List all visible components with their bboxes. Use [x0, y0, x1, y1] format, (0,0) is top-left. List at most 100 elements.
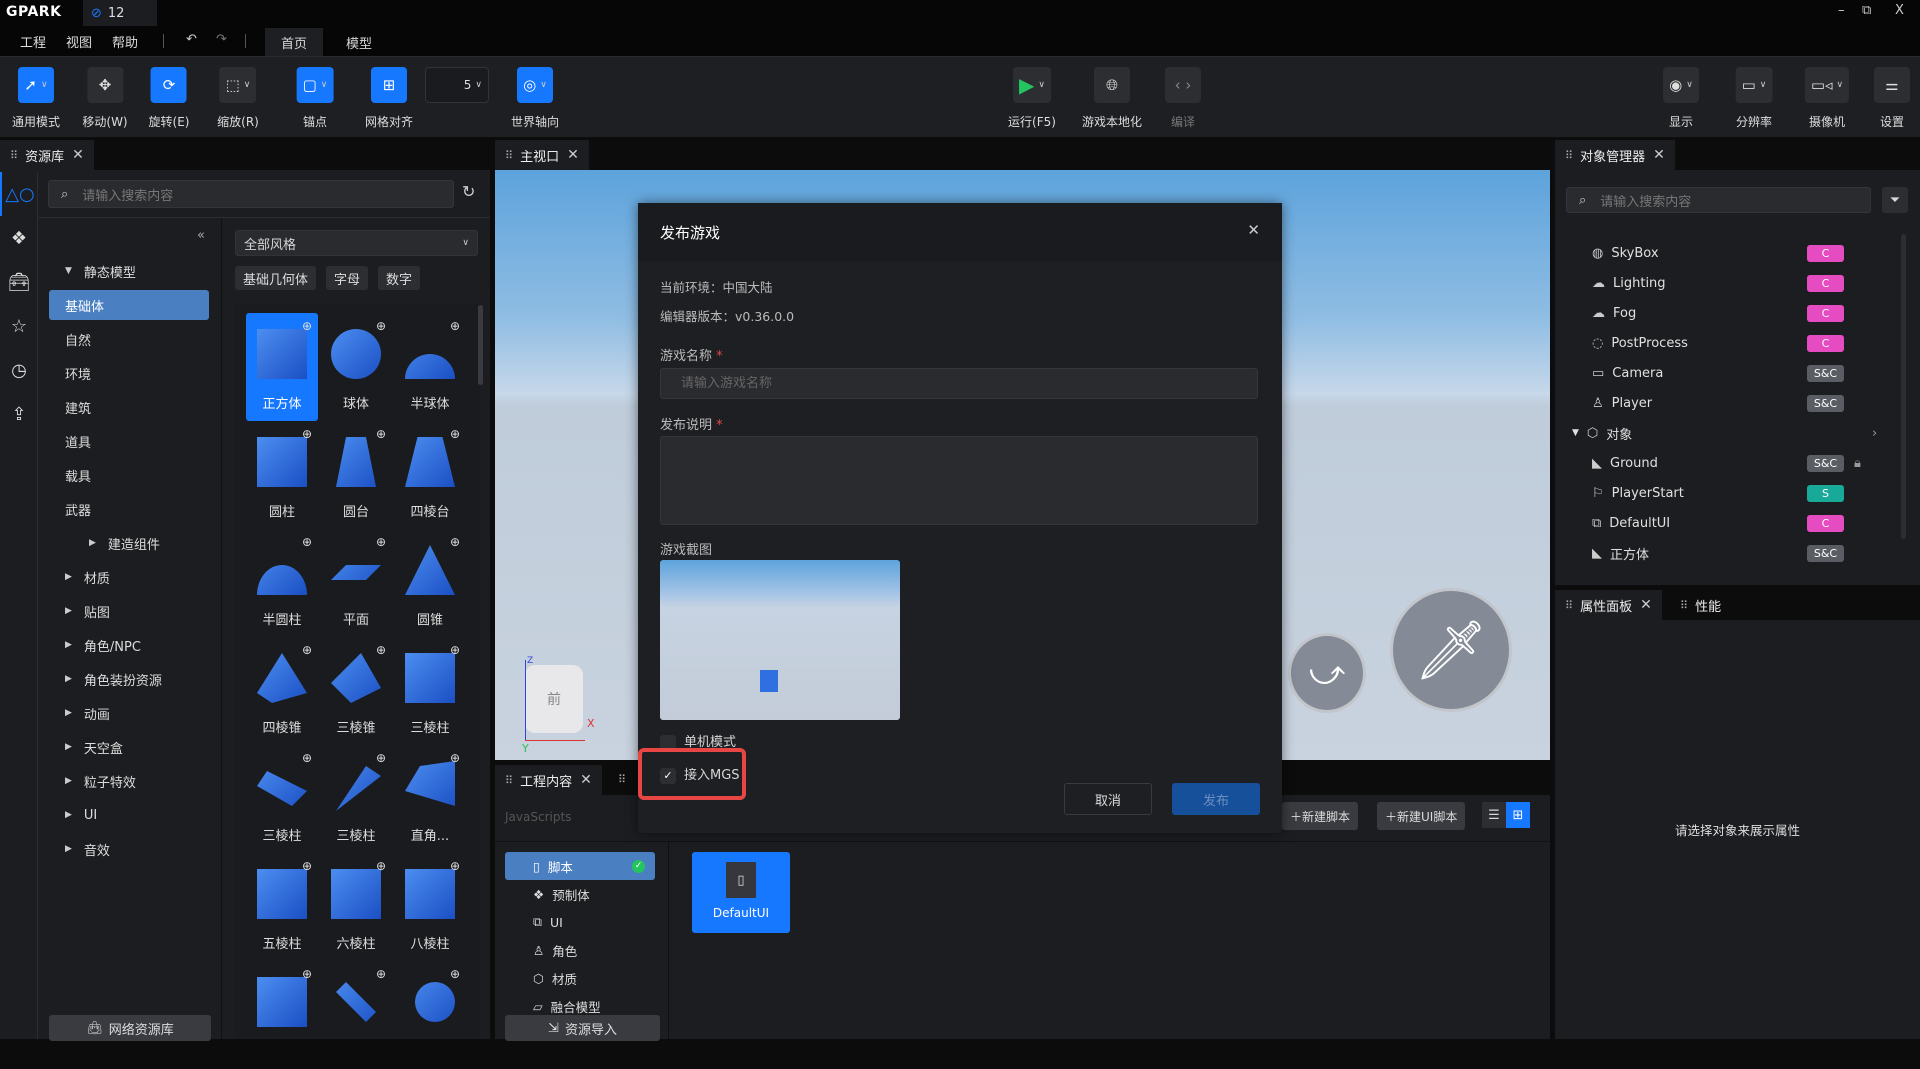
zoom-in-icon[interactable]: ⊕	[302, 535, 312, 549]
description-textarea[interactable]	[660, 436, 1258, 525]
asset-card[interactable]: ⊕ 三棱柱	[394, 637, 466, 745]
game-name-input[interactable]: 请输入游戏名称	[660, 368, 1258, 399]
zoom-in-icon[interactable]: ⊕	[450, 751, 460, 765]
camera-button[interactable]: ▭◃ ∨ 摄像机	[1804, 67, 1850, 130]
asset-card[interactable]: ⊕ 直角...	[394, 745, 466, 853]
zoom-in-icon[interactable]: ⊕	[376, 319, 386, 333]
asset-card[interactable]: ⊕	[394, 961, 466, 1069]
asset-tree-item[interactable]: 基础体	[49, 290, 209, 320]
tab-project-content[interactable]: ⠿ 工程内容 ✕	[495, 765, 602, 795]
filter-icon[interactable]: ⏷	[1882, 187, 1908, 213]
zoom-in-icon[interactable]: ⊕	[376, 859, 386, 873]
grip-icon[interactable]: ⠿	[618, 773, 626, 786]
zoom-in-icon[interactable]: ⊕	[376, 427, 386, 441]
cloud-upload-icon[interactable]: ⇪	[0, 392, 38, 436]
new-script-button[interactable]: ＋新建脚本	[1282, 802, 1359, 830]
collapse-icon[interactable]: «	[197, 228, 205, 243]
display-button[interactable]: ◉ ∨ 显示	[1663, 67, 1699, 130]
object-item[interactable]: ▭ Camera S&C	[1592, 358, 1882, 388]
general-mode-tool[interactable]: ➚ ∨ 通用模式	[12, 67, 60, 130]
settings-button[interactable]: ⚌ 设置	[1874, 67, 1910, 130]
list-view-icon[interactable]: ☰	[1482, 802, 1506, 828]
asset-tree-item[interactable]: ▶ 音效	[49, 834, 209, 864]
asset-card[interactable]: ⊕ 半球体	[394, 313, 466, 421]
zoom-in-icon[interactable]: ⊕	[450, 643, 460, 657]
close-icon[interactable]: ✕	[580, 772, 592, 788]
zoom-in-icon[interactable]: ⊕	[376, 643, 386, 657]
asset-card[interactable]: ⊕ 三棱柱	[246, 745, 318, 853]
new-ui-script-button[interactable]: ＋新建UI脚本	[1377, 802, 1466, 830]
refresh-icon[interactable]: ↻	[462, 182, 475, 201]
asset-tree-item[interactable]: ▶ UI	[49, 800, 209, 830]
file-card[interactable]: ▯ DefaultUI	[692, 852, 790, 933]
asset-card[interactable]: ⊕ 球体	[320, 313, 392, 421]
tab-home[interactable]: 首页	[265, 28, 324, 56]
tab-properties[interactable]: ⠿ 属性面板 ✕	[1555, 590, 1662, 620]
asset-card[interactable]: ⊕ 平面	[320, 529, 392, 637]
grid-view-icon[interactable]: ⊞	[1506, 802, 1530, 828]
lock-icon[interactable]: 🔒︎	[1854, 456, 1861, 471]
asset-import-button[interactable]: ⇲ 资源导入	[505, 1015, 660, 1041]
minimize-button[interactable]: –	[1838, 3, 1845, 18]
scale-tool[interactable]: ⬚ ∨ 缩放(R)	[217, 67, 259, 130]
menu-help[interactable]: 帮助	[112, 32, 138, 51]
run-button[interactable]: ▶ ∨ 运行(F5)	[1008, 67, 1056, 130]
tab-object-manager[interactable]: ⠿ 对象管理器 ✕	[1555, 140, 1675, 170]
asset-card[interactable]: ⊕ 八棱柱	[394, 853, 466, 961]
asset-tree-item[interactable]: ▶ 粒子特效	[49, 766, 209, 796]
asset-search-input[interactable]: ⌕ 请输入搜索内容	[48, 180, 454, 208]
undo-icon[interactable]: ↶	[186, 32, 197, 47]
tab-performance[interactable]: ⠿ 性能	[1670, 590, 1732, 620]
asset-tree-item[interactable]: ▶ 动画	[49, 698, 209, 728]
asset-tree-item[interactable]: ▶ 天空盒	[49, 732, 209, 762]
clock-icon[interactable]: ◷	[0, 348, 38, 392]
object-item[interactable]: ♙ Player S&C	[1592, 388, 1882, 418]
object-item[interactable]: ▼ ⬡ 对象 ›	[1572, 418, 1877, 448]
zoom-in-icon[interactable]: ⊕	[302, 967, 312, 981]
object-item[interactable]: ☁︎ Lighting C	[1592, 268, 1882, 298]
asset-tree-item[interactable]: 建筑	[49, 392, 209, 422]
style-select[interactable]: 全部风格 ∨	[235, 230, 478, 256]
object-item[interactable]: ⧉ DefaultUI C	[1592, 508, 1882, 538]
attack-button[interactable]: 🗡︎	[1390, 588, 1512, 712]
prefab-icon[interactable]: ❖	[0, 216, 38, 260]
project-tree-item[interactable]: ▯ 脚本 ✓	[505, 852, 655, 880]
scrollbar[interactable]	[1901, 234, 1906, 539]
close-icon[interactable]: ✕	[1640, 597, 1652, 613]
asset-tree-item[interactable]: ▼ 静态模型	[49, 256, 209, 286]
object-item[interactable]: ◍ SkyBox C	[1592, 238, 1882, 268]
zoom-in-icon[interactable]: ⊕	[302, 859, 312, 873]
publish-button[interactable]: 发布	[1172, 783, 1260, 815]
rotate-tool[interactable]: ⟳ 旋转(E)	[149, 67, 189, 130]
asset-tree-item[interactable]: 武器	[49, 494, 209, 524]
object-item[interactable]: ☁︎ Fog C	[1592, 298, 1882, 328]
zoom-in-icon[interactable]: ⊕	[376, 751, 386, 765]
tab-model[interactable]: 模型	[330, 28, 388, 56]
asset-card[interactable]: ⊕ 圆柱	[246, 421, 318, 529]
menu-project[interactable]: 工程	[20, 32, 46, 51]
anchor-tool[interactable]: ▢ ∨ 锚点	[296, 67, 334, 130]
asset-card[interactable]: ⊕ 四棱锥	[246, 637, 318, 745]
filter-letters[interactable]: 字母	[326, 266, 369, 290]
object-item[interactable]: ◣ 正方体 S&C	[1592, 538, 1882, 568]
asset-card[interactable]: ⊕ 正方体	[246, 313, 318, 421]
chevron-right-icon[interactable]: ›	[1872, 426, 1877, 441]
close-icon[interactable]: ✕	[72, 147, 84, 163]
zoom-in-icon[interactable]: ⊕	[302, 427, 312, 441]
asset-card[interactable]: ⊕ 四棱台	[394, 421, 466, 529]
zoom-in-icon[interactable]: ⊕	[450, 427, 460, 441]
asset-card[interactable]: ⊕	[320, 961, 392, 1069]
zoom-in-icon[interactable]: ⊕	[450, 967, 460, 981]
asset-tree-item[interactable]: ▶ 建造组件	[49, 528, 209, 558]
object-item[interactable]: ◌ PostProcess C	[1592, 328, 1882, 358]
zoom-in-icon[interactable]: ⊕	[450, 319, 460, 333]
asset-card[interactable]: ⊕ 圆锥	[394, 529, 466, 637]
resolution-button[interactable]: ▭ ∨ 分辨率	[1735, 67, 1773, 130]
asset-tree-item[interactable]: 环境	[49, 358, 209, 388]
menu-view[interactable]: 视图	[66, 32, 92, 51]
asset-tree-item[interactable]: ▶ 角色/NPC	[49, 630, 209, 660]
restore-button[interactable]: ⧉	[1862, 3, 1871, 18]
move-tool[interactable]: ✥ 移动(W)	[82, 67, 128, 130]
world-axis-tool[interactable]: ◎ ∨ 世界轴向	[511, 67, 559, 130]
asset-tree-item[interactable]: 载具	[49, 460, 209, 490]
